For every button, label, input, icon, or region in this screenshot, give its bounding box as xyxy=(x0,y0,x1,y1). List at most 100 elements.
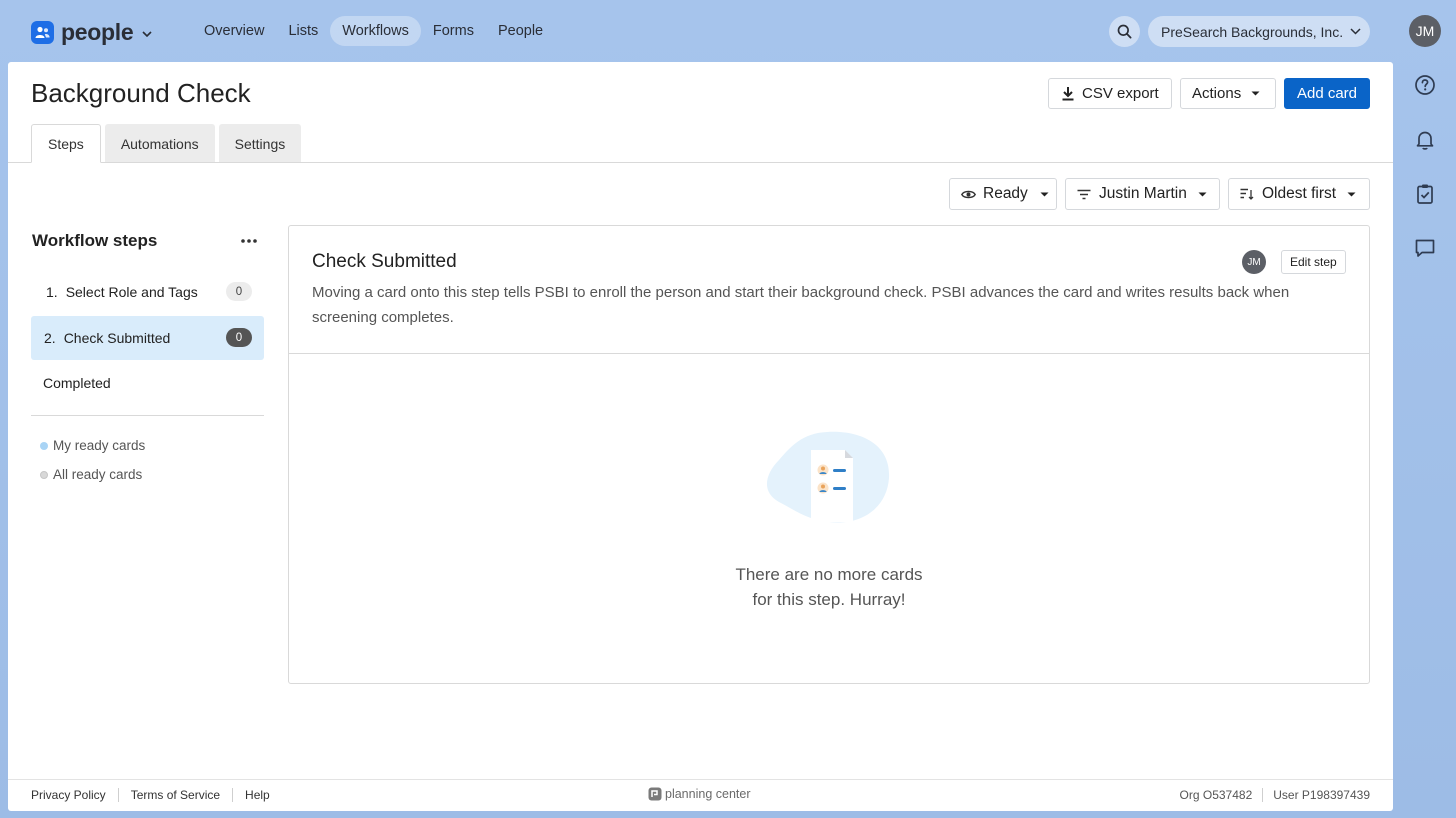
nav-label: Forms xyxy=(432,23,474,39)
step-description: Moving a card onto this step tells PSBI … xyxy=(312,284,1290,326)
status-dot xyxy=(40,470,48,479)
people-logo-icon xyxy=(31,21,54,44)
sort-icon xyxy=(1240,188,1254,200)
my-ready-cards-link[interactable]: My ready cards xyxy=(40,438,145,453)
privacy-policy-link[interactable]: Privacy Policy xyxy=(31,788,106,802)
nav-label: People xyxy=(497,23,544,39)
step-label: Completed xyxy=(43,375,111,391)
step-card: Check Submitted JM Edit step Moving a ca… xyxy=(288,225,1370,684)
footer-divider xyxy=(8,779,1393,780)
step-item-select-role-and-tags[interactable]: 1. Select Role and Tags 0 xyxy=(31,270,264,314)
step-label: Check Submitted xyxy=(63,330,171,346)
empty-line-1: There are no more cards xyxy=(735,565,923,584)
footer-links: Privacy Policy Terms of Service Help xyxy=(31,788,270,802)
clipboard-check-icon[interactable] xyxy=(1414,183,1436,205)
status-dot xyxy=(40,441,48,450)
search-icon xyxy=(1117,24,1132,39)
tab-label: Automations xyxy=(120,135,199,152)
top-navigation: people Overview Lists Workflows Forms Pe… xyxy=(0,0,1456,62)
help-link[interactable]: Help xyxy=(245,788,270,802)
nav-people[interactable]: People xyxy=(486,16,555,46)
assignee-avatar: JM xyxy=(1242,250,1266,274)
nav-overview[interactable]: Overview xyxy=(192,16,276,46)
footer-separator xyxy=(1262,788,1264,802)
sort-filter-label: Oldest first xyxy=(1262,185,1337,202)
tab-steps[interactable]: Steps xyxy=(31,124,101,163)
add-card-button[interactable]: Add card xyxy=(1284,78,1370,109)
step-number: 1. xyxy=(46,284,58,300)
status-filter[interactable]: Ready xyxy=(949,178,1057,210)
tabs-divider xyxy=(8,162,1393,163)
chevron-down-icon xyxy=(142,30,152,37)
organization-selector[interactable]: PreSearch Backgrounds, Inc. xyxy=(1148,16,1370,47)
actions-label: Actions xyxy=(1192,85,1242,102)
tab-bar: Steps Automations Settings xyxy=(31,124,305,163)
step-count-badge: 0 xyxy=(226,328,252,347)
brand-name: planning center xyxy=(665,787,751,801)
nav-lists[interactable]: Lists xyxy=(276,16,330,46)
tab-label: Settings xyxy=(234,135,286,152)
main-panel: Background Check CSV export Actions Add … xyxy=(8,62,1393,811)
terms-of-service-link[interactable]: Terms of Service xyxy=(131,788,220,802)
nav-workflows[interactable]: Workflows xyxy=(330,16,421,46)
ready-link-label: My ready cards xyxy=(53,438,146,453)
caret-down-icon xyxy=(1198,192,1207,196)
card-divider xyxy=(289,353,1369,354)
tab-automations[interactable]: Automations xyxy=(104,124,215,163)
bell-icon[interactable] xyxy=(1414,129,1436,151)
nav-label: Workflows xyxy=(342,23,409,39)
eye-icon xyxy=(961,190,976,198)
user-avatar[interactable]: JM xyxy=(1409,15,1441,47)
org-id: Org O537482 xyxy=(1179,788,1253,802)
organization-name: PreSearch Backgrounds, Inc. xyxy=(1161,23,1344,40)
footer-separator xyxy=(232,788,234,802)
step-title: Check Submitted xyxy=(312,251,457,272)
caret-down-icon xyxy=(1251,91,1260,96)
ready-link-label: All ready cards xyxy=(53,467,143,482)
edit-step-button[interactable]: Edit step xyxy=(1281,250,1346,274)
sidebar-divider xyxy=(31,415,264,416)
caret-down-icon xyxy=(1040,192,1049,196)
edit-step-label: Edit step xyxy=(1290,255,1337,269)
empty-cards-illustration xyxy=(766,431,890,523)
step-number: 2. xyxy=(44,330,56,346)
page-title: Background Check xyxy=(31,78,251,108)
caret-down-icon xyxy=(1347,192,1356,196)
assignee-initials: JM xyxy=(1247,256,1261,268)
app-name: people xyxy=(61,19,134,45)
search-button[interactable] xyxy=(1109,16,1140,47)
step-item-check-submitted[interactable]: 2. Check Submitted 0 xyxy=(31,316,264,360)
help-icon[interactable] xyxy=(1414,74,1436,96)
app-switcher[interactable]: people xyxy=(31,19,152,46)
status-filter-label: Ready xyxy=(983,185,1028,202)
tab-label: Steps xyxy=(48,135,84,152)
user-initials: JM xyxy=(1415,23,1435,39)
filter-icon xyxy=(1077,189,1091,199)
user-id: User P198397439 xyxy=(1273,788,1370,802)
nav-forms[interactable]: Forms xyxy=(421,16,486,46)
workflow-steps-heading: Workflow steps xyxy=(32,231,158,250)
download-icon xyxy=(1062,87,1074,101)
footer-ids: Org O537482 User P198397439 xyxy=(1180,788,1370,802)
assignee-filter[interactable]: Justin Martin xyxy=(1065,178,1220,210)
csv-export-label: CSV export xyxy=(1082,85,1159,102)
chevron-down-icon xyxy=(1350,28,1361,35)
all-ready-cards-link[interactable]: All ready cards xyxy=(40,467,142,482)
planning-center-logo: planning center xyxy=(648,787,750,801)
nav-label: Lists xyxy=(288,23,319,39)
chat-icon[interactable] xyxy=(1414,237,1436,259)
step-item-completed[interactable]: Completed xyxy=(31,361,264,405)
empty-line-2: for this step. Hurray! xyxy=(752,590,906,609)
step-count-badge: 0 xyxy=(226,282,252,301)
tab-settings[interactable]: Settings xyxy=(218,124,302,163)
sort-filter[interactable]: Oldest first xyxy=(1228,178,1370,210)
footer-separator xyxy=(117,788,119,802)
empty-state-message: There are no more cards for this step. H… xyxy=(629,562,1029,612)
assignee-filter-label: Justin Martin xyxy=(1099,185,1187,202)
csv-export-button[interactable]: CSV export xyxy=(1048,78,1172,109)
step-label: Select Role and Tags xyxy=(65,284,198,300)
actions-button[interactable]: Actions xyxy=(1180,78,1276,109)
more-options-icon[interactable] xyxy=(240,233,258,249)
add-card-label: Add card xyxy=(1296,85,1358,102)
main-nav: Overview Lists Workflows Forms People xyxy=(192,16,555,46)
